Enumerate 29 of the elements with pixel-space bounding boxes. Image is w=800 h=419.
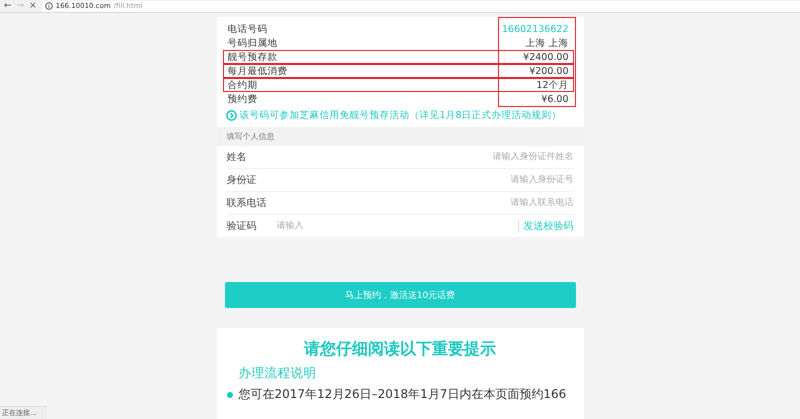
field-label: 联系电话 — [226, 196, 268, 210]
notice-text: 您可在2017年12月26日–2018年1月7日内在本页面预约166 — [238, 386, 566, 403]
info-value: 12个月 — [536, 78, 568, 92]
arrow-circle-icon — [226, 110, 236, 121]
stop-button[interactable]: × — [29, 1, 37, 11]
info-icon — [44, 2, 53, 10]
info-label: 靓号预存款 — [228, 50, 278, 64]
info-value: ¥200.00 — [529, 66, 568, 76]
info-value: ¥2400.00 — [523, 52, 568, 62]
bullet-icon — [226, 392, 232, 398]
info-value: 上海 上海 — [525, 36, 568, 50]
back-button[interactable]: ← — [4, 1, 12, 11]
send-code-link[interactable]: 发送校验码 — [518, 219, 574, 233]
info-label: 电话号码 — [228, 22, 268, 36]
info-label: 合约期 — [228, 78, 258, 92]
notice-subtitle: 办理流程说明 — [238, 364, 318, 382]
field-label: 身份证 — [226, 174, 258, 187]
section-header: 填写个人信息 — [216, 127, 584, 146]
field-label: 验证码 — [226, 220, 258, 233]
info-label: 号码归属地 — [228, 36, 278, 50]
info-value[interactable]: 16602136622 — [502, 24, 568, 34]
info-label: 预约费 — [228, 92, 258, 106]
info-value: ¥6.00 — [541, 94, 568, 104]
submit-button[interactable]: 马上预约，激活送10元话费 — [224, 282, 576, 308]
field-label: 姓名 — [226, 151, 248, 164]
forward-button[interactable]: → — [16, 1, 24, 11]
notice-title: 请您仔细阅读以下重要提示 — [302, 338, 497, 360]
promotion-note[interactable]: 该号码可参加芝麻信用免靓号预存活动（详见1月8日正式办理活动规则） — [240, 109, 562, 122]
info-label: 每月最低消费 — [228, 64, 288, 78]
